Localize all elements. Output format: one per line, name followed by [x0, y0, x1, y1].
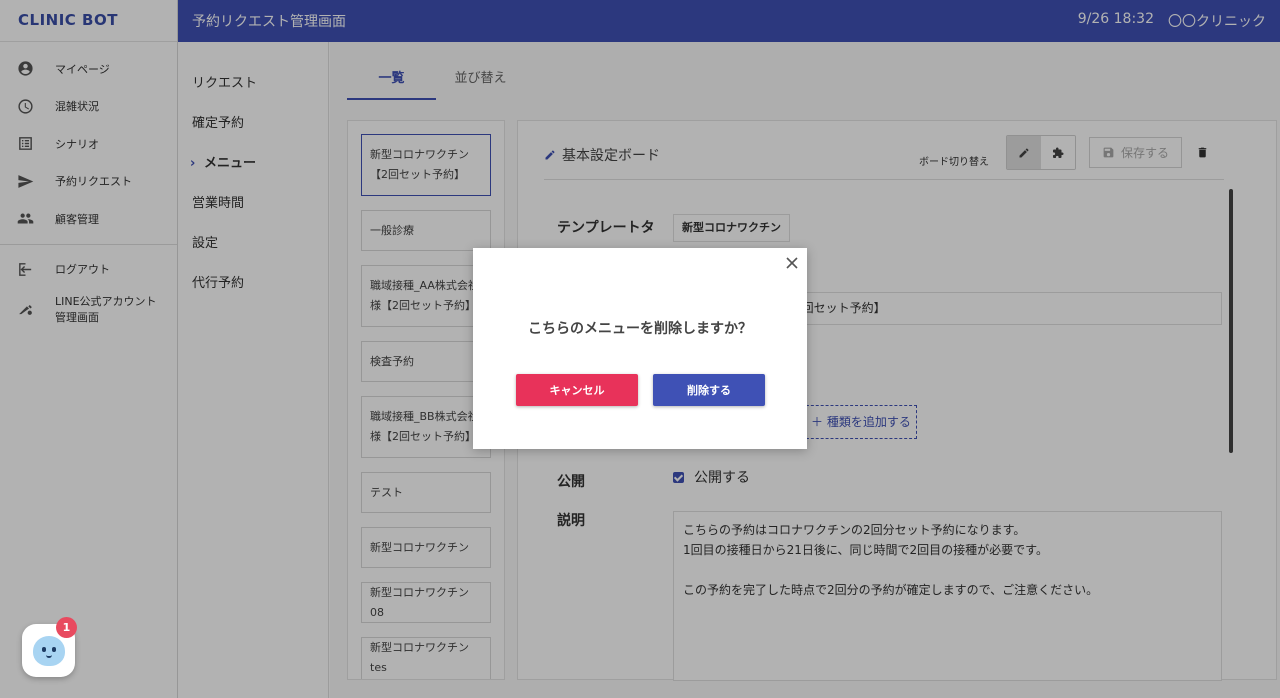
cancel-button[interactable]: キャンセル — [516, 374, 638, 406]
close-icon — [786, 257, 798, 269]
bot-icon — [32, 635, 65, 666]
bot-eye — [41, 646, 46, 652]
notification-badge: 1 — [56, 617, 77, 638]
delete-confirm-dialog: こちらのメニューを削除しますか？ キャンセル 削除する — [473, 248, 807, 449]
confirm-delete-button[interactable]: 削除する — [653, 374, 765, 406]
bot-eye — [51, 646, 56, 652]
dialog-message: こちらのメニューを削除しますか？ — [528, 321, 752, 337]
bot-mouth — [45, 655, 52, 658]
close-button[interactable] — [785, 255, 799, 269]
